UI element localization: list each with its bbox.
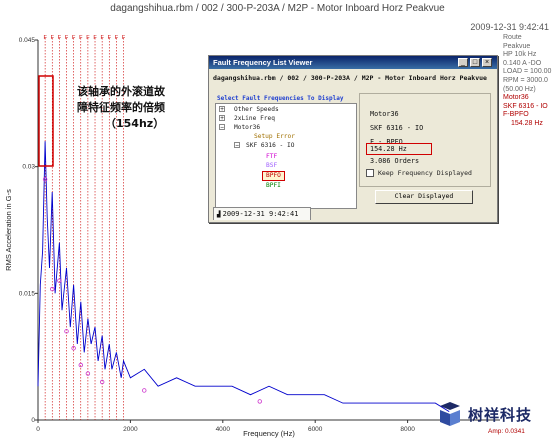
tree-item-ftf[interactable]: FTF xyxy=(266,153,277,161)
tab-icon: ▟ xyxy=(217,211,221,218)
fault-harmonic-tag: F xyxy=(72,35,76,41)
info-panel: Route Peakvue HP 10k Hz 0.140 A -DO LOAD… xyxy=(503,34,555,129)
maximize-button[interactable]: □ xyxy=(470,58,480,67)
dialog-titlebar[interactable]: Fault Frequency List Viewer _ □ × xyxy=(209,56,497,69)
fault-harmonic-tag: F xyxy=(115,35,119,41)
minimize-button[interactable]: _ xyxy=(458,58,468,67)
x-tick-label: 6000 xyxy=(308,426,323,433)
annotation-line: （154hz） xyxy=(105,117,165,130)
x-axis-label: Frequency (Hz) xyxy=(243,429,295,438)
info-red-line: Motor36 xyxy=(503,94,529,102)
fault-harmonic-tag: F xyxy=(79,35,83,41)
fault-harmonic-tag: F xyxy=(43,35,47,41)
fault-frequency-dialog[interactable]: Fault Frequency List Viewer _ □ × dagang… xyxy=(208,55,498,223)
fault-harmonic-tag: F xyxy=(51,35,55,41)
checkbox-box[interactable] xyxy=(366,169,374,177)
annotation-line: 障特征频率的倍频 xyxy=(77,101,165,114)
logo-text: 树祥科技 xyxy=(468,406,533,424)
keep-frequency-checkbox[interactable]: Keep Frequency Displayed xyxy=(366,169,472,177)
annotation-text: 该轴承的外滚道故 障特征频率的倍频 （154hz） xyxy=(77,84,187,132)
chart-title: dagangshihua.rbm / 002 / 300-P-203A / M2… xyxy=(110,3,445,14)
peak-marker xyxy=(142,388,147,393)
collapse-icon[interactable]: − xyxy=(219,124,225,131)
info-red-line: SKF 6316 - IO xyxy=(503,102,548,110)
fault-harmonic-tag: F xyxy=(122,35,126,41)
tree-item-setup-error[interactable]: Setup Error xyxy=(254,133,295,141)
chart-date: 2009-12-31 9:42:41 xyxy=(470,22,549,32)
info-line: LOAD = 100.00 xyxy=(503,68,552,76)
annotation-line: 该轴承的外滚道故 xyxy=(77,85,165,98)
fault-harmonic-tag: F xyxy=(100,35,104,41)
y-axis-label: RMS Acceleration in G-s xyxy=(4,189,13,271)
tree-item-skf[interactable]: − SKF 6316 - IO xyxy=(234,142,294,150)
tree-item-bsf[interactable]: BSF xyxy=(266,162,277,170)
tree-item-line-freq[interactable]: +2xLine Freq xyxy=(219,115,275,123)
tree-item-bpfi[interactable]: BPFI xyxy=(266,182,281,190)
x-tick-label: 4000 xyxy=(216,426,231,433)
fault-harmonic-tag: F xyxy=(93,35,97,41)
info-line: RPM = 3000.0 xyxy=(503,76,548,84)
y-tick-label: 0.015 xyxy=(19,290,36,297)
tree-item-motor36[interactable]: − Motor36 xyxy=(219,124,260,132)
harmonic-highlight-box xyxy=(38,75,54,167)
fault-harmonic-tag: F xyxy=(86,35,90,41)
dialog-path: dagangshihua.rbm / 002 / 300-P-203A / M2… xyxy=(213,74,487,82)
close-button[interactable]: × xyxy=(482,58,492,67)
peak-marker xyxy=(257,399,262,404)
dialog-title: Fault Frequency List Viewer xyxy=(213,58,313,67)
y-tick-label: 0.03 xyxy=(22,164,35,171)
info-line: 0.140 A -DO xyxy=(503,59,542,67)
detail-orders: 3.086 Orders xyxy=(370,157,420,165)
x-tick-label: 2000 xyxy=(123,426,138,433)
details-panel: Motor36 SKF 6316 - IO F - BPFO 154.28 Hz… xyxy=(359,93,491,187)
info-line: HP 10k Hz xyxy=(503,51,537,59)
clear-displayed-button[interactable]: Clear Displayed xyxy=(375,190,473,204)
x-tick-label: 0 xyxy=(36,426,40,433)
x-tick-label: 8000 xyxy=(400,426,415,433)
logo-mark-icon xyxy=(440,402,460,426)
tree-item-other-speeds[interactable]: + Other Speeds xyxy=(219,106,279,114)
select-label: Select Fault Frequencies To Display xyxy=(217,95,344,102)
expand-icon[interactable]: + xyxy=(219,106,225,113)
info-line: Route xyxy=(503,34,522,41)
fault-tree[interactable]: + Other Speeds +2xLine Freq − Motor36 Setu… xyxy=(215,103,357,209)
fault-harmonic-tag: F xyxy=(58,35,62,41)
expand-icon[interactable]: + xyxy=(219,115,225,122)
tree-item-bpfo[interactable]: BPFO xyxy=(262,171,285,181)
detail-frequency: 154.28 Hz xyxy=(370,145,407,153)
info-red-line: 154.28 Hz xyxy=(511,119,543,127)
amplitude-readout: Amp: 0.0341 xyxy=(488,428,525,435)
detail-bearing: SKF 6316 - IO xyxy=(370,124,424,132)
info-line: Peakvue xyxy=(503,42,531,50)
y-tick-label: 0 xyxy=(31,417,35,424)
info-red-line: F-BPFO xyxy=(503,111,529,119)
y-tick-label: 0.045 xyxy=(19,37,36,44)
collapse-icon[interactable]: − xyxy=(234,142,240,149)
info-line: (50.00 Hz) xyxy=(503,85,536,93)
fault-harmonic-tag: F xyxy=(108,35,112,41)
date-tab[interactable]: ▟ 2009-12-31 9:42:41 xyxy=(213,207,311,220)
fault-harmonic-tag: F xyxy=(65,35,69,41)
detail-name: Motor36 xyxy=(370,110,399,118)
